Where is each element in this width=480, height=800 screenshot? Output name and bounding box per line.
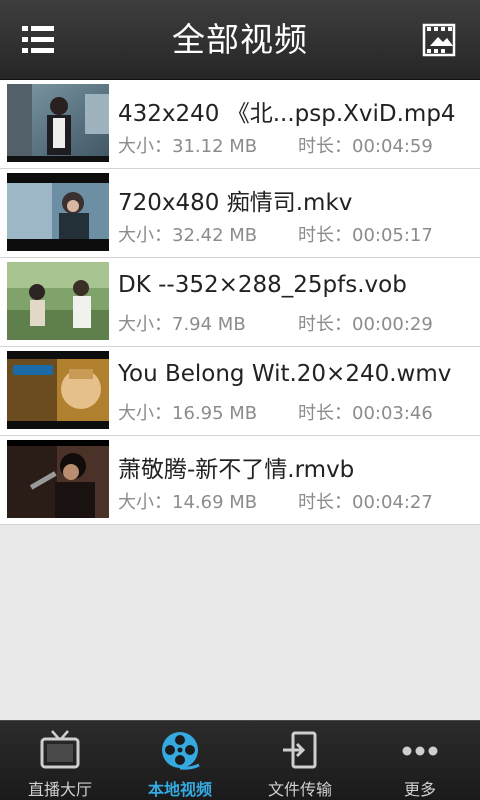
video-title: 720x480 痴情司.mkv bbox=[118, 190, 353, 216]
tab-live-hall[interactable]: 直播大厅 bbox=[0, 721, 120, 800]
tab-local-video[interactable]: 本地视频 bbox=[120, 721, 240, 800]
video-duration: 时长：00:04:59 bbox=[298, 136, 433, 157]
video-list: 432x240 《北...psp.XviD.mp4 大小：31.12 MB 时长… bbox=[0, 80, 480, 525]
tab-label: 本地视频 bbox=[147, 780, 212, 799]
video-size: 大小：16.95 MB bbox=[118, 403, 258, 424]
video-duration: 时长：00:00:29 bbox=[298, 314, 433, 335]
video-title: You Belong Wit.20×240.wmv bbox=[118, 361, 452, 387]
video-size: 大小：31.12 MB bbox=[118, 136, 258, 157]
film-reel-icon bbox=[159, 729, 201, 771]
file-transfer-icon bbox=[279, 729, 321, 771]
video-list-item[interactable]: 萧敬腾-新不了情.rmvb 大小：14.69 MB 时长：00:04:27 bbox=[0, 436, 480, 525]
tab-file-transfer[interactable]: 文件传输 bbox=[240, 721, 360, 800]
video-thumbnail bbox=[7, 84, 109, 162]
tv-icon bbox=[39, 729, 81, 771]
more-dots-icon bbox=[399, 729, 441, 771]
media-library-icon[interactable] bbox=[422, 22, 458, 58]
video-thumbnail bbox=[7, 262, 109, 340]
video-title: 萧敬腾-新不了情.rmvb bbox=[118, 457, 355, 483]
video-list-item[interactable]: DK --352×288_25pfs.vob 大小：7.94 MB 时长：00:… bbox=[0, 258, 480, 347]
video-size: 大小：32.42 MB bbox=[118, 225, 258, 246]
video-list-item[interactable]: 720x480 痴情司.mkv 大小：32.42 MB 时长：00:05:17 bbox=[0, 169, 480, 258]
tab-label: 更多 bbox=[403, 780, 436, 799]
top-bar: 全部视频 bbox=[0, 0, 480, 80]
tab-label: 文件传输 bbox=[267, 780, 332, 799]
video-list-item[interactable]: 432x240 《北...psp.XviD.mp4 大小：31.12 MB 时长… bbox=[0, 80, 480, 169]
video-duration: 时长：00:03:46 bbox=[298, 403, 433, 424]
video-title: 432x240 《北...psp.XviD.mp4 bbox=[118, 101, 456, 127]
video-duration: 时长：00:05:17 bbox=[298, 225, 433, 246]
video-thumbnail bbox=[7, 440, 109, 518]
video-size: 大小：7.94 MB bbox=[118, 314, 246, 335]
video-title: DK --352×288_25pfs.vob bbox=[118, 272, 407, 298]
tab-label: 直播大厅 bbox=[27, 780, 92, 799]
video-thumbnail bbox=[7, 173, 109, 251]
page-title: 全部视频 bbox=[172, 20, 308, 59]
video-duration: 时长：00:04:27 bbox=[298, 492, 433, 513]
tab-more[interactable]: 更多 bbox=[360, 721, 480, 800]
video-size: 大小：14.69 MB bbox=[118, 492, 258, 513]
video-list-item[interactable]: You Belong Wit.20×240.wmv 大小：16.95 MB 时长… bbox=[0, 347, 480, 436]
bottom-tab-bar: 直播大厅 本地视频 文件传输 更多 bbox=[0, 720, 480, 800]
video-thumbnail bbox=[7, 351, 109, 429]
